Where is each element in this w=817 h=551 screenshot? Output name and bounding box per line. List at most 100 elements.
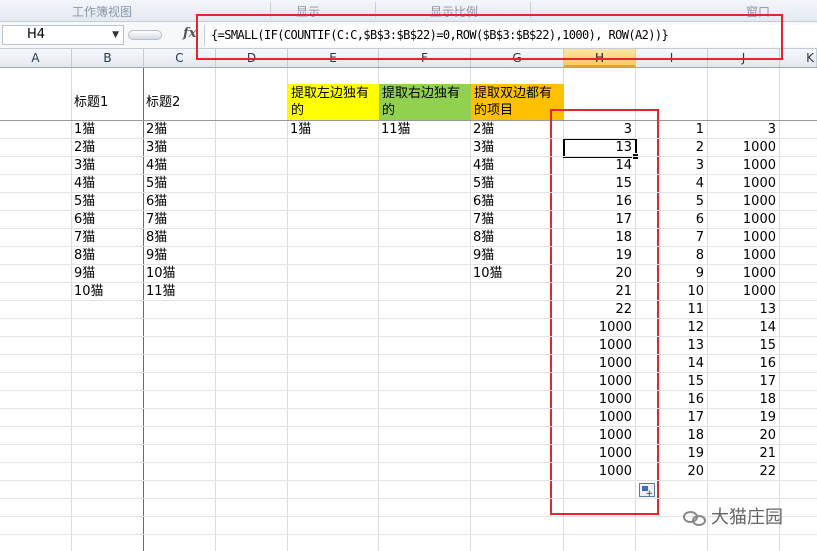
cell-h9[interactable]: 18	[564, 229, 636, 247]
worksheet-grid[interactable]: 标题1 标题2 提取左边独有的 提取右边独有的 提取双边都有的项目 1猫 2猫 3猫…	[0, 68, 817, 551]
cell-h18[interactable]: 1000	[564, 391, 636, 409]
cell-i13[interactable]: 11	[636, 301, 708, 319]
cell-i18[interactable]: 16	[636, 391, 708, 409]
splitter-handle[interactable]	[128, 30, 162, 40]
cell-i6[interactable]: 4	[636, 175, 708, 193]
cell-g4[interactable]: 3猫	[471, 139, 564, 157]
cell-h16[interactable]: 1000	[564, 355, 636, 373]
cell-e3[interactable]: 1猫	[288, 121, 379, 139]
cell-c5[interactable]: 4猫	[144, 157, 216, 175]
cell-g9[interactable]: 8猫	[471, 229, 564, 247]
cell-i14[interactable]: 12	[636, 319, 708, 337]
cell-i4[interactable]: 2	[636, 139, 708, 157]
cell-h3[interactable]: 3	[564, 121, 636, 139]
column-header-e[interactable]: E	[288, 49, 379, 67]
cell-b12[interactable]: 10猫	[72, 283, 144, 301]
cell-j20[interactable]: 20	[708, 427, 780, 445]
cell-j9[interactable]: 1000	[708, 229, 780, 247]
cell-h19[interactable]: 1000	[564, 409, 636, 427]
cell-b4[interactable]: 2猫	[72, 139, 144, 157]
cell-c8[interactable]: 7猫	[144, 211, 216, 229]
cell-b3[interactable]: 1猫	[72, 121, 144, 139]
cell-c12[interactable]: 11猫	[144, 283, 216, 301]
cell-j17[interactable]: 17	[708, 373, 780, 391]
column-header-b[interactable]: B	[72, 49, 144, 67]
cell-g8[interactable]: 7猫	[471, 211, 564, 229]
column-header-a[interactable]: A	[0, 49, 72, 67]
cell-j22[interactable]: 22	[708, 463, 780, 481]
cell-c7[interactable]: 6猫	[144, 193, 216, 211]
cell-j10[interactable]: 1000	[708, 247, 780, 265]
cell-h6[interactable]: 15	[564, 175, 636, 193]
cell-j16[interactable]: 16	[708, 355, 780, 373]
cell-i5[interactable]: 3	[636, 157, 708, 175]
cell-g2[interactable]: 提取双边都有的项目	[471, 84, 564, 120]
cell-h20[interactable]: 1000	[564, 427, 636, 445]
cell-i7[interactable]: 5	[636, 193, 708, 211]
cell-j12[interactable]: 1000	[708, 283, 780, 301]
cell-i15[interactable]: 13	[636, 337, 708, 355]
cell-b8[interactable]: 6猫	[72, 211, 144, 229]
formula-bar-splitter[interactable]	[126, 25, 166, 45]
cell-j18[interactable]: 18	[708, 391, 780, 409]
cell-j4[interactable]: 1000	[708, 139, 780, 157]
cell-c10[interactable]: 9猫	[144, 247, 216, 265]
column-header-g[interactable]: G	[471, 49, 564, 67]
cell-h12[interactable]: 21	[564, 283, 636, 301]
cell-b7[interactable]: 5猫	[72, 193, 144, 211]
cell-g10[interactable]: 9猫	[471, 247, 564, 265]
formula-input[interactable]: {=SMALL(IF(COUNTIF(C:C,$B$3:$B$22)=0,ROW…	[204, 25, 817, 46]
cell-j7[interactable]: 1000	[708, 193, 780, 211]
cell-c11[interactable]: 10猫	[144, 265, 216, 283]
cell-h22[interactable]: 1000	[564, 463, 636, 481]
column-header-j[interactable]: J	[708, 49, 780, 67]
cell-h5[interactable]: 14	[564, 157, 636, 175]
cell-b2[interactable]: 标题1	[72, 94, 144, 112]
paste-options-icon[interactable]	[639, 483, 655, 499]
cell-h8[interactable]: 17	[564, 211, 636, 229]
column-header-h[interactable]: H	[564, 49, 636, 67]
cell-b6[interactable]: 4猫	[72, 175, 144, 193]
cell-i10[interactable]: 8	[636, 247, 708, 265]
cell-c3[interactable]: 2猫	[144, 121, 216, 139]
cell-b5[interactable]: 3猫	[72, 157, 144, 175]
cell-b11[interactable]: 9猫	[72, 265, 144, 283]
column-header-d[interactable]: D	[216, 49, 288, 67]
cell-i21[interactable]: 19	[636, 445, 708, 463]
cell-b9[interactable]: 7猫	[72, 229, 144, 247]
cell-j5[interactable]: 1000	[708, 157, 780, 175]
cell-j19[interactable]: 19	[708, 409, 780, 427]
cell-c4[interactable]: 3猫	[144, 139, 216, 157]
cell-j6[interactable]: 1000	[708, 175, 780, 193]
cell-h7[interactable]: 16	[564, 193, 636, 211]
cell-h10[interactable]: 19	[564, 247, 636, 265]
column-header-i[interactable]: I	[636, 49, 708, 67]
cell-j15[interactable]: 15	[708, 337, 780, 355]
cell-i17[interactable]: 15	[636, 373, 708, 391]
cell-g5[interactable]: 4猫	[471, 157, 564, 175]
cell-i22[interactable]: 20	[636, 463, 708, 481]
cell-h14[interactable]: 1000	[564, 319, 636, 337]
cell-i3[interactable]: 1	[636, 121, 708, 139]
cell-i8[interactable]: 6	[636, 211, 708, 229]
cell-h21[interactable]: 1000	[564, 445, 636, 463]
cell-c9[interactable]: 8猫	[144, 229, 216, 247]
cell-g11[interactable]: 10猫	[471, 265, 564, 283]
column-header-f[interactable]: F	[379, 49, 471, 67]
cell-c2[interactable]: 标题2	[144, 94, 216, 112]
cell-i19[interactable]: 17	[636, 409, 708, 427]
cell-f3[interactable]: 11猫	[379, 121, 471, 139]
cell-j14[interactable]: 14	[708, 319, 780, 337]
cell-e2[interactable]: 提取左边独有的	[288, 84, 379, 120]
cell-h11[interactable]: 20	[564, 265, 636, 283]
cell-j11[interactable]: 1000	[708, 265, 780, 283]
cell-g3[interactable]: 2猫	[471, 121, 564, 139]
cell-g6[interactable]: 5猫	[471, 175, 564, 193]
chevron-down-icon[interactable]: ▼	[112, 26, 119, 44]
cell-h15[interactable]: 1000	[564, 337, 636, 355]
name-box[interactable]: H4 ▼	[2, 25, 124, 45]
cell-f2[interactable]: 提取右边独有的	[379, 84, 471, 120]
cell-c6[interactable]: 5猫	[144, 175, 216, 193]
cell-b10[interactable]: 8猫	[72, 247, 144, 265]
cell-i20[interactable]: 18	[636, 427, 708, 445]
